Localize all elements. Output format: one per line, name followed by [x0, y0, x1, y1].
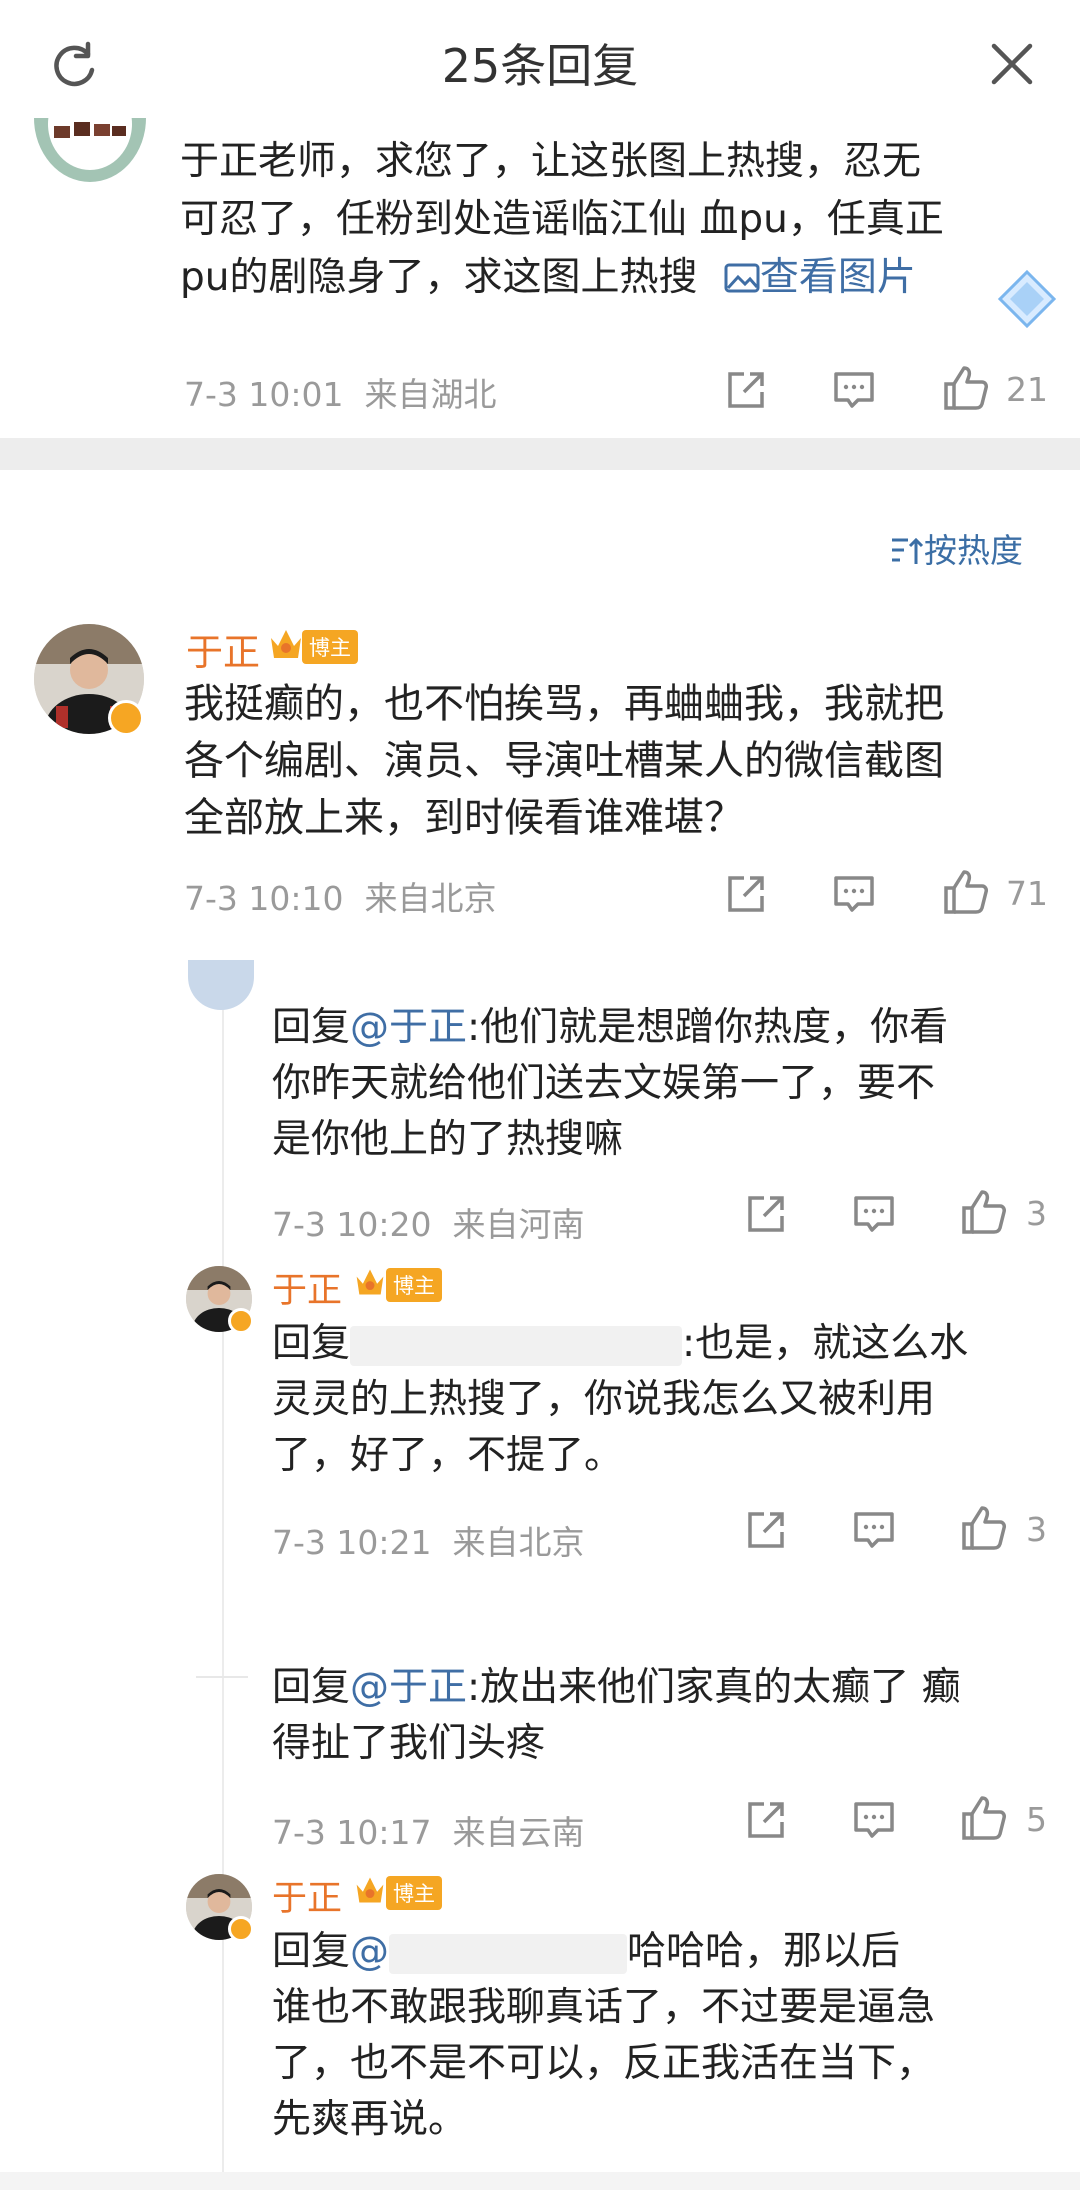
reply-text: 回复@于正:放出来他们家真的太癫了 癫 得扯了我们头疼 — [272, 1665, 961, 1766]
header-bar: 25条回复 — [0, 0, 1080, 128]
like-icon[interactable] — [960, 1188, 1008, 1236]
mention-link[interactable]: @于正 — [350, 1005, 467, 1050]
close-icon[interactable] — [988, 40, 1036, 88]
bottom-edge — [0, 2172, 1080, 2190]
reply-meta: 7-3 10:20 来自河南 — [272, 1205, 585, 1244]
comment-text: 我挺癫的，也不怕挨骂，再蛐蛐我，我就把 各个编剧、演员、导演吐槽某人的微信截图 … — [184, 681, 944, 841]
like-count: 21 — [1006, 370, 1048, 409]
comment-icon[interactable] — [852, 1192, 896, 1236]
reply-meta: 7-3 10:21 来自北京 — [272, 1523, 585, 1562]
blogger-badge: 博主 — [386, 1876, 442, 1910]
mention-link[interactable]: @ — [350, 1929, 389, 1974]
share-icon[interactable] — [744, 1192, 788, 1236]
username[interactable]: 于正 — [186, 622, 260, 676]
reply-text: 回复@于正:他们就是想蹭你热度，你看 你昨天就给他们送去文娱第一了，要不 是你他… — [272, 1005, 949, 1162]
crown-icon — [356, 1877, 384, 1903]
share-icon[interactable] — [724, 872, 768, 916]
share-icon[interactable] — [744, 1798, 788, 1842]
comment-icon[interactable] — [832, 368, 876, 412]
username[interactable]: 于正 — [272, 1262, 342, 1313]
avatar[interactable] — [32, 118, 148, 186]
comment-icon[interactable] — [852, 1508, 896, 1552]
comment-meta: 7-3 10:01 来自湖北 — [184, 375, 497, 414]
view-image-link[interactable]: 查看图片 — [724, 255, 916, 300]
verified-badge-icon — [108, 700, 144, 736]
image-icon — [724, 263, 760, 293]
like-count: 3 — [1026, 1194, 1047, 1233]
verified-badge-icon — [228, 1308, 254, 1334]
reply-text: 回复@ 哈哈哈，那以后 谁也不敢跟我聊真话了，不过要是逼急 了，也不是不可以，反正… — [272, 1929, 936, 2142]
redacted-mention — [389, 1933, 628, 1974]
redacted-mention — [350, 1325, 683, 1366]
mention-link[interactable]: @于正 — [350, 1665, 467, 1710]
avatar-placeholder — [196, 1660, 248, 1678]
like-icon[interactable] — [942, 364, 990, 412]
blogger-badge: 博主 — [302, 630, 358, 664]
verified-badge-icon — [228, 1916, 254, 1942]
like-icon[interactable] — [960, 1504, 1008, 1552]
like-icon[interactable] — [942, 868, 990, 916]
crown-icon — [356, 1269, 384, 1295]
crown-icon — [271, 630, 301, 658]
share-icon[interactable] — [724, 368, 768, 412]
like-icon[interactable] — [960, 1794, 1008, 1842]
like-count: 5 — [1026, 1800, 1047, 1839]
diamond-sticker-icon — [997, 269, 1057, 329]
blogger-badge: 博主 — [386, 1268, 442, 1302]
sort-button[interactable]: 按热度 — [890, 524, 1023, 572]
comment-meta: 7-3 10:10 来自北京 — [184, 879, 497, 918]
like-count: 3 — [1026, 1510, 1047, 1549]
page-title: 25条回复 — [441, 39, 639, 93]
comment-icon[interactable] — [832, 872, 876, 916]
username[interactable]: 于正 — [272, 1870, 342, 1921]
thread-line — [222, 1005, 224, 2175]
comment-icon[interactable] — [852, 1798, 896, 1842]
sort-icon — [892, 537, 924, 564]
like-count: 71 — [1006, 874, 1048, 913]
section-divider — [0, 438, 1080, 470]
reply-text: 回复:也是，就这么水 灵灵的上热搜了，你说我怎么又被利用 了，好了，不提了。 — [272, 1321, 969, 1478]
share-icon[interactable] — [744, 1508, 788, 1552]
reply-meta: 7-3 10:17 来自云南 — [272, 1813, 585, 1852]
comment-text: 于正老师，求您了，让这张图上热搜，忍无 可忍了，任粉到处造谣临江仙 血pu，任真… — [180, 139, 944, 300]
avatar[interactable] — [188, 960, 254, 1010]
